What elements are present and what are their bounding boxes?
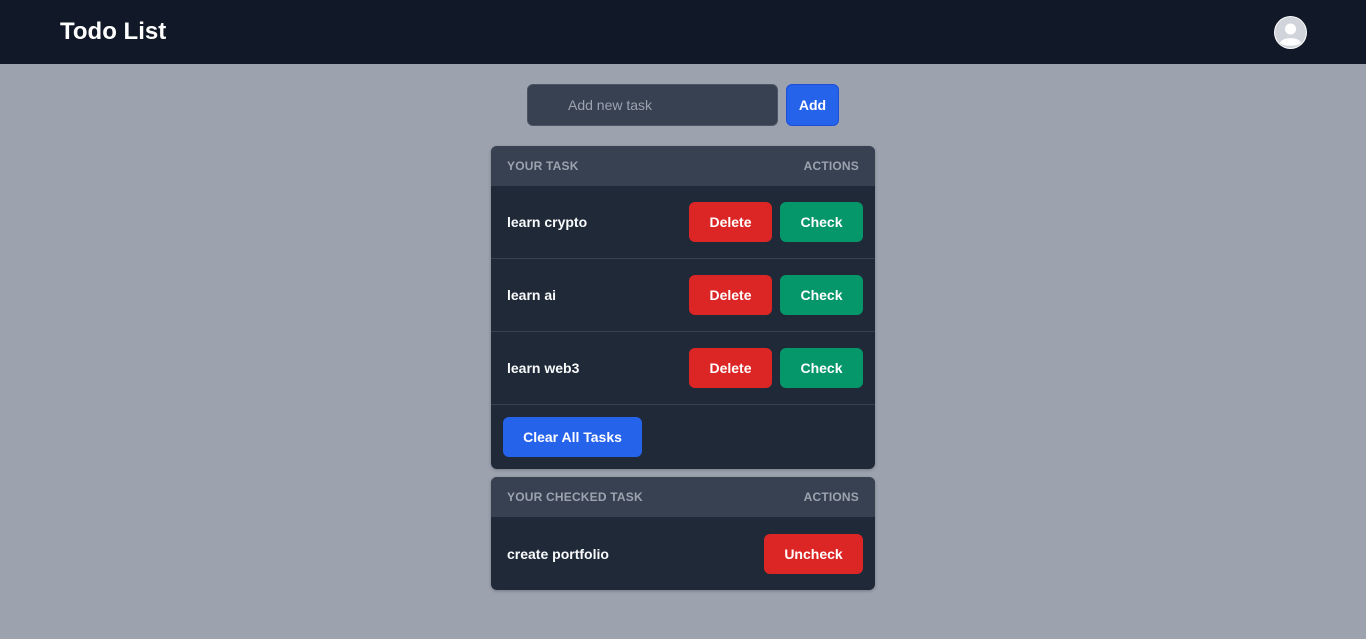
task-row: learn web3 Delete Check (491, 332, 875, 405)
task-label: learn web3 (507, 360, 580, 376)
tasks-panel-header: YOUR TASK ACTIONS (491, 146, 875, 186)
new-task-input[interactable] (527, 84, 778, 126)
task-row: learn ai Delete Check (491, 259, 875, 332)
checked-task-row: create portfolio Uncheck (491, 517, 875, 590)
checked-panel-header: YOUR CHECKED TASK ACTIONS (491, 477, 875, 517)
task-actions: Delete Check (689, 348, 863, 388)
check-button[interactable]: Check (780, 202, 863, 242)
checked-task-actions: Uncheck (764, 533, 863, 574)
task-actions: Delete Check (689, 202, 863, 242)
delete-button[interactable]: Delete (689, 275, 772, 315)
task-row: learn crypto Delete Check (491, 186, 875, 259)
checked-task-label: create portfolio (507, 545, 609, 562)
task-label: learn crypto (507, 214, 588, 230)
navbar: Todo List (0, 0, 1366, 64)
checked-tasks-panel: YOUR CHECKED TASK ACTIONS create portfol… (491, 477, 875, 590)
delete-button[interactable]: Delete (689, 202, 772, 242)
check-button[interactable]: Check (780, 348, 863, 388)
tasks-panel: YOUR TASK ACTIONS learn crypto Delete Ch… (491, 146, 875, 469)
tasks-heading: YOUR TASK (507, 159, 579, 173)
task-actions: Delete Check (689, 275, 863, 315)
actions-heading: ACTIONS (803, 159, 859, 173)
user-avatar-icon[interactable] (1274, 16, 1307, 49)
task-label: learn ai (507, 287, 557, 303)
checked-tasks-heading: YOUR CHECKED TASK (507, 490, 643, 504)
clear-all-tasks-button[interactable]: Clear All Tasks (503, 417, 642, 457)
delete-button[interactable]: Delete (689, 348, 772, 388)
check-button[interactable]: Check (780, 275, 863, 315)
app-title: Todo List (60, 18, 167, 45)
actions-heading: ACTIONS (803, 490, 859, 504)
tasks-panel-footer: Clear All Tasks (491, 405, 875, 469)
new-task-form: Add (527, 84, 847, 126)
add-task-button[interactable]: Add (786, 84, 839, 126)
uncheck-button[interactable]: Uncheck (764, 533, 863, 574)
